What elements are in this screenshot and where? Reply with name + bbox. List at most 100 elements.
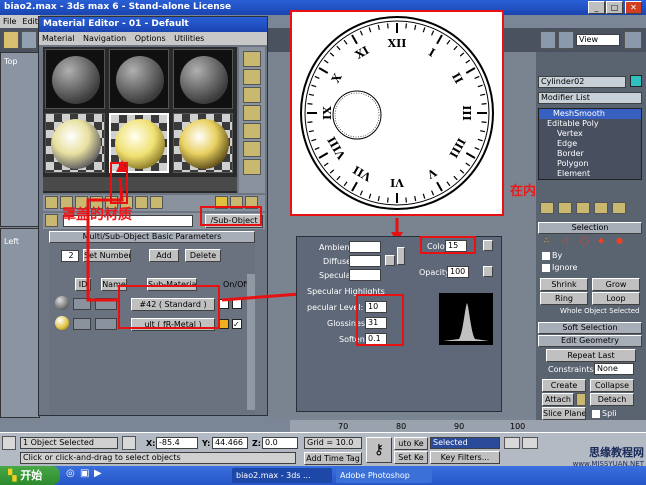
z-coord-field[interactable]: 0.0 (262, 437, 298, 449)
constraints-dropdown[interactable]: None (594, 363, 634, 375)
z-label: Z: (252, 439, 261, 448)
diffuse-swatch[interactable] (349, 255, 381, 267)
command-panel: Cylinder02 Modifier List MeshSmooth Edit… (536, 52, 646, 424)
annotation-box-highlights (356, 294, 404, 346)
start-button[interactable]: ▚ 开始 (0, 466, 60, 485)
ie-icon[interactable]: ◎ (66, 468, 75, 479)
stack-item-border[interactable]: Border (539, 149, 641, 159)
ring-label: Ring (555, 294, 573, 303)
soft-selection-title: Soft Selection (562, 323, 618, 332)
detach-button[interactable]: Detach (590, 393, 634, 406)
selected-dropdown-value: Selected (433, 438, 468, 447)
shrink-button[interactable]: Shrink (540, 278, 588, 291)
edge-mode-icon[interactable]: ◁ (562, 236, 568, 245)
subobject-icons: ∴ ◁ ◯ ◆ ● (540, 236, 640, 250)
selected-dropdown[interactable]: Selected (430, 437, 500, 449)
grow-button[interactable]: Grow (592, 278, 640, 291)
lock-button[interactable] (397, 247, 405, 265)
clock-tick (386, 23, 389, 29)
attach-button[interactable]: Attach (542, 393, 574, 406)
media-icon[interactable]: ▶ (94, 468, 102, 479)
remove-modifier-icon[interactable] (594, 202, 608, 214)
ring-button[interactable]: Ring (540, 292, 588, 305)
sub-dial-ring (332, 90, 382, 140)
x-label: X: (146, 439, 156, 448)
arrow-head-gold-slot (116, 160, 128, 172)
opacity-value-field[interactable]: 100 (447, 266, 469, 278)
clock-tick (307, 102, 313, 105)
stack-item-element[interactable]: Element (539, 169, 641, 179)
diffuse-label: Diffuse (323, 257, 352, 266)
task-3dsmax-label: biao2.max - 3ds ... (236, 471, 311, 480)
task-photoshop[interactable]: Adobe Photoshop (336, 468, 432, 483)
collapse-button[interactable]: Collapse (590, 379, 634, 392)
detach-label: Detach (597, 395, 627, 404)
lock-selection-icon[interactable] (122, 436, 136, 450)
opacity-map-button[interactable] (483, 266, 493, 277)
stack-item-editable-poly[interactable]: Editable Poly (539, 119, 641, 129)
stack-item-vertex[interactable]: Vertex (539, 129, 641, 139)
selection-rollout[interactable]: Selection (538, 222, 642, 234)
make-unique-stack-icon[interactable] (576, 202, 590, 214)
modifier-list-dropdown[interactable]: Modifier List (538, 92, 642, 104)
auto-key-button[interactable]: uto Ke (394, 437, 428, 450)
task-3dsmax[interactable]: biao2.max - 3ds ... (232, 468, 332, 483)
create-label: Create (550, 381, 578, 390)
set-key-button[interactable]: Set Ke (394, 451, 428, 464)
key-filters-button[interactable]: Key Filters... (430, 451, 500, 464)
slice-plane-button[interactable]: Slice Plane (542, 407, 586, 420)
ignore-checkbox[interactable] (542, 264, 550, 272)
by-checkbox[interactable] (542, 252, 550, 260)
repeat-last-label: Repeat Last (567, 351, 615, 360)
border-mode-icon[interactable]: ◯ (580, 236, 589, 245)
add-time-tag-button[interactable]: Add Time Tag (304, 452, 362, 465)
anim-play-icon[interactable] (504, 437, 520, 449)
object-name-field[interactable]: Cylinder02 (538, 76, 626, 88)
opacity-label: Opacity (419, 268, 450, 277)
loop-button[interactable]: Loop (592, 292, 640, 305)
attach-list-icon[interactable] (576, 393, 586, 406)
split-checkbox[interactable] (592, 410, 600, 418)
vertex-mode-icon[interactable]: ∴ (544, 236, 549, 245)
stack-item-edge[interactable]: Edge (539, 139, 641, 149)
shrink-label: Shrink (551, 280, 577, 289)
configure-sets-icon[interactable] (612, 202, 626, 214)
add-time-tag-label: Add Time Tag (306, 454, 360, 463)
key-icon-button[interactable]: ⚷ (366, 437, 392, 463)
desktop-icon[interactable]: ▣ (80, 468, 89, 479)
prompt-text: Click or click-and-drag to select object… (23, 453, 181, 462)
create-button[interactable]: Create (542, 379, 586, 392)
split-label: Spli (602, 409, 617, 418)
object-color-swatch[interactable] (630, 75, 642, 87)
y-label: Y: (202, 439, 211, 448)
maxscript-icon[interactable] (2, 436, 16, 450)
stack-item-polygon[interactable]: Polygon (539, 159, 641, 169)
grid-value: Grid = 10.0 (307, 438, 354, 447)
stack-item-meshsmooth[interactable]: MeshSmooth (539, 109, 641, 119)
diffuse-map-button[interactable] (385, 255, 395, 266)
annotation-box-color (420, 236, 476, 254)
quicklaunch-icons: ◎ ▣ ▶ (64, 468, 110, 483)
arrow-slot-to-row (86, 177, 124, 302)
specular-swatch[interactable] (349, 269, 381, 281)
color-map-button[interactable] (483, 240, 493, 251)
y-coord-field[interactable]: 44.466 (212, 437, 248, 449)
repeat-last-button[interactable]: Repeat Last (546, 349, 636, 362)
grow-label: Grow (605, 280, 627, 289)
slice-plane-label: Slice Plane (543, 409, 586, 418)
timeline-tick-70: 70 (338, 422, 349, 431)
clock-face: XIIIIIIIIIIIIVVIVIIVIIIIXXXI (300, 16, 494, 210)
watermark: 思缘教程网 www.MISSYUAN.NET (548, 444, 644, 468)
polygon-mode-icon[interactable]: ◆ (598, 236, 604, 245)
show-end-icon[interactable] (558, 202, 572, 214)
soft-selection-rollout[interactable]: Soft Selection (538, 322, 642, 334)
anim-next-icon[interactable] (522, 437, 538, 449)
x-coord-field[interactable]: -85.4 (156, 437, 198, 449)
clock-numeral: XII (388, 37, 407, 50)
ambient-swatch[interactable] (349, 241, 381, 253)
edit-geometry-rollout[interactable]: Edit Geometry (538, 335, 642, 347)
element-mode-icon[interactable]: ● (616, 236, 623, 245)
clock-tick (481, 102, 487, 105)
clock-tick (405, 197, 408, 203)
pin-stack-icon[interactable] (540, 202, 554, 214)
